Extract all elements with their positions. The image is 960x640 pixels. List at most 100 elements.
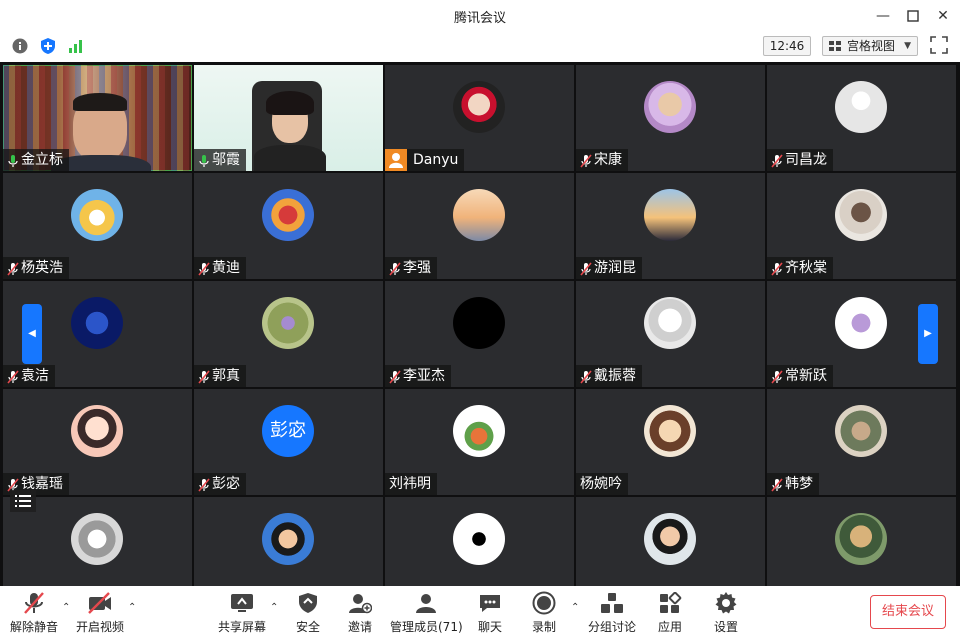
participant-nameplate: 彭宓 bbox=[194, 473, 246, 495]
close-icon[interactable]: ✕ bbox=[932, 6, 954, 26]
unmute-button[interactable]: 解除静音 bbox=[10, 590, 58, 635]
share-screen-icon bbox=[228, 590, 256, 616]
window-title: 腾讯会议 bbox=[453, 11, 506, 26]
members-icon bbox=[412, 590, 440, 616]
invite-button[interactable]: 邀请 bbox=[346, 590, 374, 635]
participant-tile[interactable]: 郭真 bbox=[194, 281, 383, 387]
mic-off-icon bbox=[580, 261, 592, 276]
participant-tile[interactable]: Danyu bbox=[385, 65, 574, 171]
add-user-icon bbox=[346, 590, 374, 616]
list-menu-icon[interactable] bbox=[10, 490, 36, 512]
participant-tile[interactable]: 彭宓 彭宓 bbox=[194, 389, 383, 495]
participant-tile[interactable]: 钱嘉瑶 bbox=[3, 389, 192, 495]
mic-off-icon bbox=[7, 477, 19, 492]
participant-nameplate: 李强 bbox=[385, 257, 437, 279]
share-screen-button[interactable]: 共享屏幕 bbox=[218, 590, 266, 635]
participant-tile[interactable]: 李强 bbox=[385, 173, 574, 279]
participant-tile[interactable]: 邬霞 bbox=[194, 65, 383, 171]
participant-avatar bbox=[644, 189, 696, 241]
shield-icon[interactable] bbox=[38, 36, 58, 56]
participant-tile[interactable]: 齐秋棠 bbox=[767, 173, 956, 279]
participant-video-body bbox=[254, 145, 326, 171]
participant-avatar bbox=[835, 81, 887, 133]
record-options-caret[interactable]: ⌃ bbox=[571, 602, 579, 613]
view-mode-dropdown[interactable]: 宫格视图 ▼ bbox=[822, 36, 918, 56]
mic-off-icon bbox=[771, 261, 783, 276]
maximize-icon[interactable] bbox=[902, 6, 924, 26]
participant-avatar bbox=[71, 513, 123, 565]
tencent-meeting-window: 腾讯会议 — ✕ 12:46 宫格视图 ▼ 金立标 邬霞 Danyu 宋康 司昌龙杨英浩… bbox=[0, 0, 960, 640]
signal-icon[interactable] bbox=[66, 36, 86, 56]
participant-tile[interactable]: 游润昆 bbox=[576, 173, 765, 279]
mic-off-icon bbox=[580, 369, 592, 384]
info-icon[interactable] bbox=[10, 36, 30, 56]
participant-name: 宋康 bbox=[594, 152, 622, 168]
participant-tile[interactable]: 刘祎明 bbox=[385, 389, 574, 495]
mic-off-icon bbox=[389, 261, 401, 276]
participant-nameplate: 司昌龙 bbox=[767, 149, 833, 171]
end-meeting-button[interactable]: 结束会议 bbox=[870, 595, 946, 629]
participant-avatar bbox=[835, 297, 887, 349]
participant-tile[interactable] bbox=[194, 497, 383, 586]
mic-off-icon bbox=[580, 153, 592, 168]
participant-tile[interactable]: 戴振蓉 bbox=[576, 281, 765, 387]
user-icon bbox=[385, 149, 407, 171]
record-icon bbox=[530, 590, 558, 616]
participant-tile[interactable] bbox=[385, 497, 574, 586]
apps-button[interactable]: 应用 bbox=[656, 590, 684, 635]
participant-nameplate: 游润昆 bbox=[576, 257, 642, 279]
participant-name: 司昌龙 bbox=[785, 152, 827, 168]
mic-muted-icon bbox=[20, 590, 48, 616]
minimize-icon[interactable]: — bbox=[872, 6, 894, 26]
prev-page-button[interactable]: ◀ bbox=[22, 304, 42, 364]
participant-tile[interactable]: 金立标 bbox=[3, 65, 192, 171]
breakout-rooms-button[interactable]: 分组讨论 bbox=[588, 590, 636, 635]
chat-icon bbox=[476, 590, 504, 616]
fullscreen-icon[interactable] bbox=[930, 36, 948, 54]
settings-button[interactable]: 设置 bbox=[712, 590, 740, 635]
participant-tile[interactable]: 宋康 bbox=[576, 65, 765, 171]
chat-button[interactable]: 聊天 bbox=[476, 590, 504, 635]
mic-off-icon bbox=[7, 369, 19, 384]
participant-avatar bbox=[644, 513, 696, 565]
participant-tile[interactable]: 李亚杰 bbox=[385, 281, 574, 387]
security-shield-icon bbox=[294, 590, 322, 616]
participant-tile[interactable]: 杨英浩 bbox=[3, 173, 192, 279]
start-video-button[interactable]: 开启视频 bbox=[76, 590, 124, 635]
participant-avatar bbox=[644, 405, 696, 457]
participant-tile[interactable]: 司昌龙 bbox=[767, 65, 956, 171]
gear-icon bbox=[712, 590, 740, 616]
participant-avatar bbox=[453, 81, 505, 133]
participant-tile[interactable] bbox=[576, 497, 765, 586]
participant-avatar bbox=[453, 297, 505, 349]
share-options-caret[interactable]: ⌃ bbox=[270, 602, 278, 613]
audio-options-caret[interactable]: ⌃ bbox=[62, 602, 70, 613]
mic-on-icon bbox=[7, 153, 19, 167]
mic-off-icon bbox=[7, 261, 19, 276]
meeting-clock: 12:46 bbox=[763, 36, 811, 56]
mic-off-icon bbox=[771, 369, 783, 384]
participant-tile[interactable]: 杨婉吟 bbox=[576, 389, 765, 495]
participant-avatar bbox=[262, 513, 314, 565]
participant-tile[interactable]: 黄迪 bbox=[194, 173, 383, 279]
participant-name: 李亚杰 bbox=[403, 368, 445, 384]
participant-tile[interactable] bbox=[767, 497, 956, 586]
participant-avatar bbox=[71, 189, 123, 241]
manage-members-button[interactable]: 管理成员(71) bbox=[390, 590, 463, 635]
participant-name: 刘祎明 bbox=[389, 476, 431, 492]
participant-avatar bbox=[835, 513, 887, 565]
participant-nameplate: 常新跃 bbox=[767, 365, 833, 387]
next-page-button[interactable]: ▶ bbox=[918, 304, 938, 364]
security-button[interactable]: 安全 bbox=[294, 590, 322, 635]
participant-nameplate: 戴振蓉 bbox=[576, 365, 642, 387]
breakout-icon bbox=[598, 590, 626, 616]
chevron-right-icon: ▶ bbox=[924, 328, 932, 339]
participant-nameplate: 韩梦 bbox=[767, 473, 819, 495]
video-options-caret[interactable]: ⌃ bbox=[128, 602, 136, 613]
participant-tile[interactable]: 韩梦 bbox=[767, 389, 956, 495]
participant-name: 常新跃 bbox=[785, 368, 827, 384]
participant-name: 齐秋棠 bbox=[785, 260, 827, 276]
grid-view-icon bbox=[829, 41, 841, 51]
participant-avatar bbox=[835, 189, 887, 241]
record-button[interactable]: 录制 bbox=[530, 590, 558, 635]
